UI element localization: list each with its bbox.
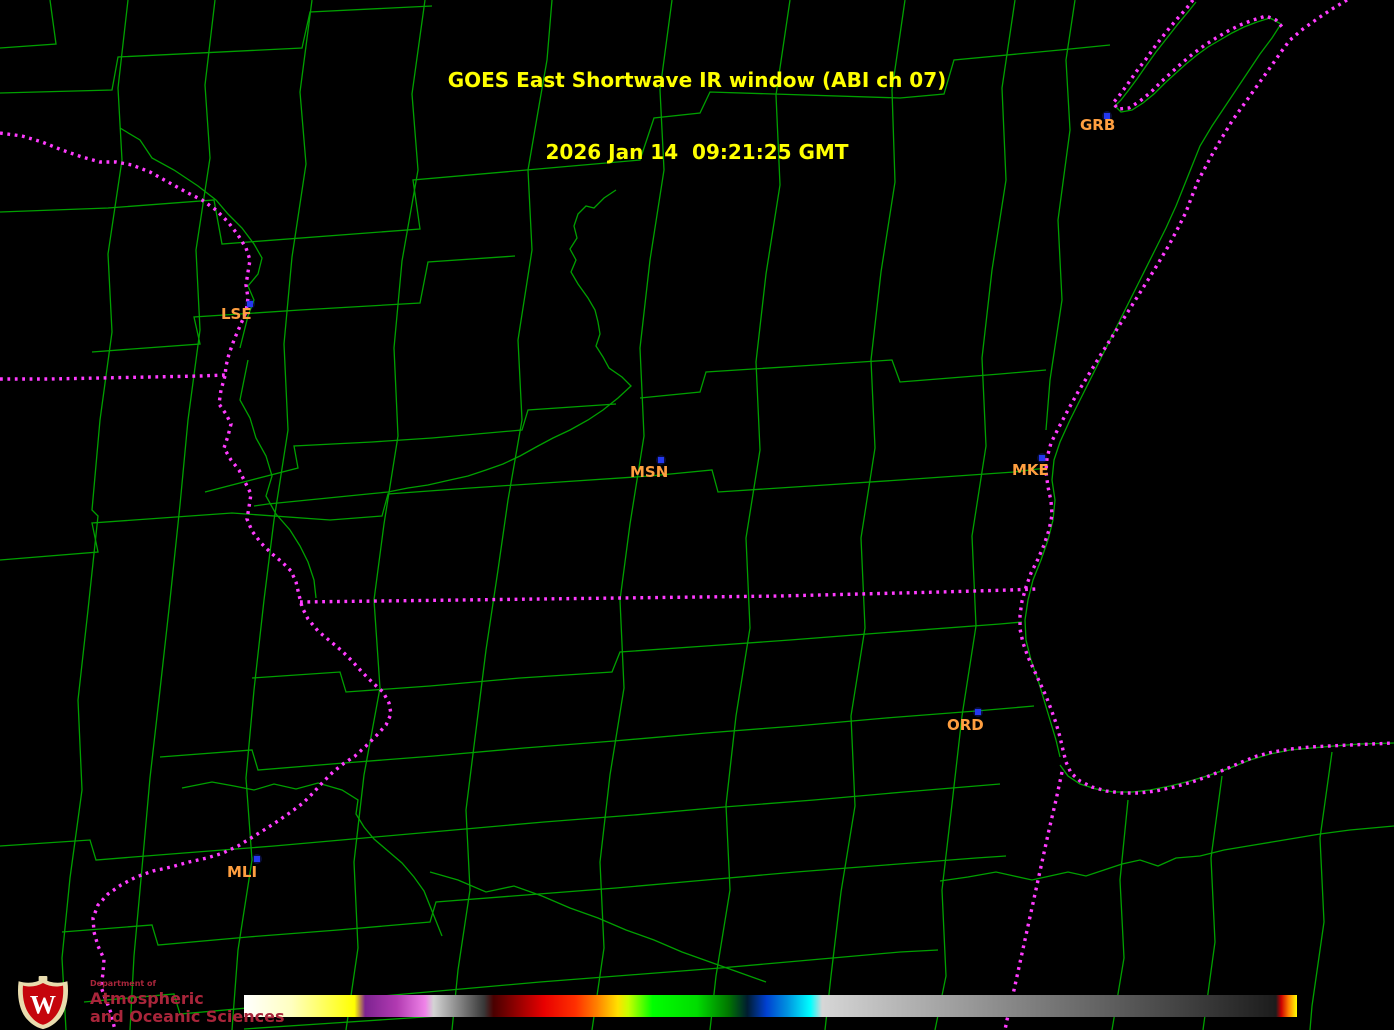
county-boundary-line — [0, 468, 1046, 560]
county-boundary-line — [252, 622, 1022, 692]
state-boundary-line — [1005, 772, 1062, 1030]
county-boundary-line — [640, 360, 1046, 398]
county-boundary-line — [182, 782, 442, 936]
county-boundary-line — [240, 360, 316, 598]
city-label: LSE — [221, 305, 252, 323]
temperature-colorbar — [244, 995, 1297, 1017]
logo-dept-label: Department of — [90, 980, 284, 988]
title-line-1: GOES East Shortwave IR window (ABI ch 07… — [0, 68, 1394, 92]
county-boundary-line — [1310, 752, 1332, 1030]
state-boundary-line — [0, 375, 225, 379]
uw-crest-icon: W — [10, 976, 76, 1030]
title-line-2: 2026 Jan 14 09:21:25 GMT — [0, 140, 1394, 164]
county-boundary-line — [92, 256, 515, 352]
county-boundary-line — [1203, 776, 1222, 1030]
county-boundary-line — [1060, 743, 1394, 792]
uw-aos-logo: W Department of Atmospheric and Oceanic … — [10, 976, 284, 1030]
city-label: ORD — [947, 716, 984, 734]
svg-text:W: W — [30, 990, 56, 1019]
city-marker — [975, 709, 981, 715]
image-title: GOES East Shortwave IR window (ABI ch 07… — [0, 20, 1394, 212]
state-boundary-line — [300, 589, 1036, 602]
logo-line-2: and Oceanic Sciences — [90, 1008, 284, 1026]
satellite-map-view: GRBLSEMSNMKEORDMLI GOES East Shortwave I… — [0, 0, 1394, 1030]
city-label: MSN — [630, 463, 668, 481]
county-boundary-line — [0, 784, 1000, 860]
county-boundary-line — [430, 872, 766, 982]
city-label: MLI — [227, 863, 257, 881]
county-boundary-line — [940, 826, 1394, 881]
city-label: MKE — [1012, 461, 1049, 479]
city-marker — [254, 856, 260, 862]
county-boundary-line — [160, 706, 1034, 770]
county-boundary-line — [205, 404, 616, 492]
county-boundary-line — [62, 856, 1006, 945]
logo-line-1: Atmospheric — [90, 990, 284, 1008]
state-boundary-line — [93, 376, 391, 1030]
